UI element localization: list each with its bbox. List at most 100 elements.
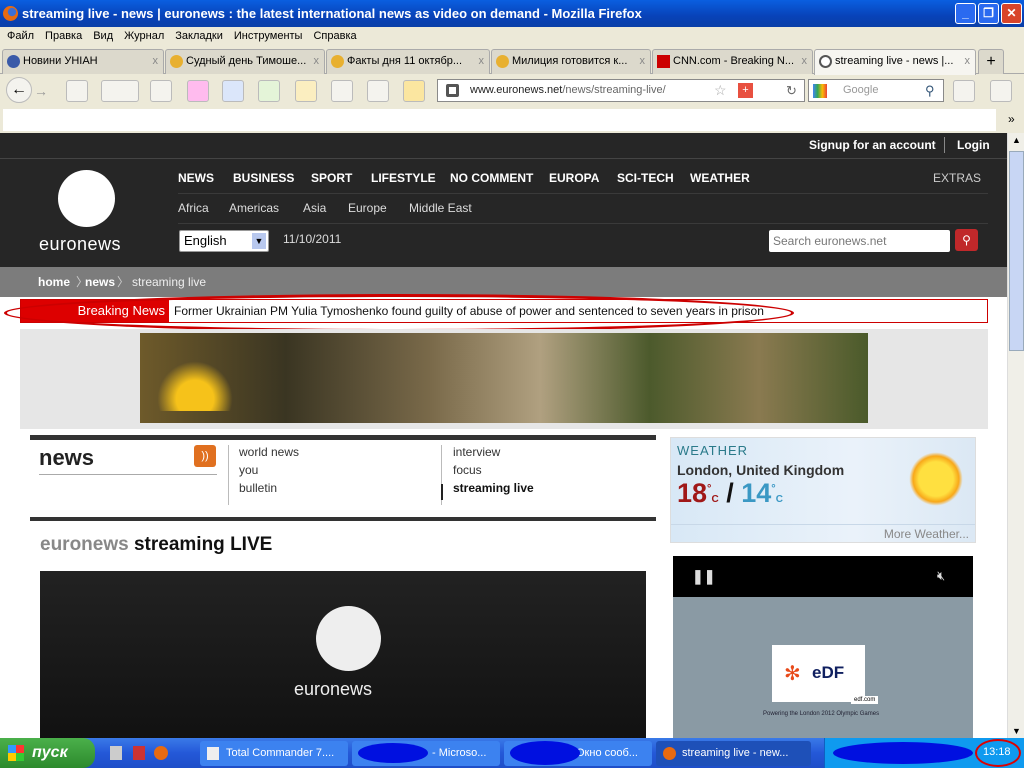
video-ad[interactable]: ❚❚ 🔇︎ ✻ eDF edf.com Powering the London 2… (673, 556, 973, 738)
bell-icon[interactable] (403, 80, 425, 102)
menu-help[interactable]: Справка (313, 30, 356, 42)
close-tab-icon[interactable]: x (314, 50, 320, 73)
logo-text[interactable]: euronews (39, 234, 121, 255)
menu-view[interactable]: Вид (93, 30, 113, 42)
rss-icon[interactable]: )) (194, 445, 216, 467)
sublink-streaming-live[interactable]: streaming live (453, 481, 534, 495)
breadcrumb-home[interactable]: home (38, 267, 70, 297)
tab[interactable]: Судный день Тимоше... x (165, 49, 325, 74)
close-tab-icon[interactable]: x (153, 50, 159, 73)
google-icon[interactable] (258, 80, 280, 102)
sublink-focus[interactable]: focus (453, 463, 482, 477)
search-placeholder: Search euronews.net (773, 234, 887, 248)
chevron-right-icon[interactable]: » (1008, 112, 1015, 126)
search-icon[interactable]: ⚲ (925, 80, 935, 101)
more-weather-link[interactable]: More Weather... (884, 527, 969, 541)
gear-icon[interactable] (331, 80, 353, 102)
close-tab-icon[interactable]: x (965, 50, 971, 73)
start-button[interactable]: пуск (0, 738, 95, 768)
sublink-interview[interactable]: interview (453, 445, 500, 459)
new-tab-button[interactable]: + (978, 49, 1004, 74)
region-middle-east[interactable]: Middle East (409, 201, 472, 215)
search-engine-input[interactable]: Google ⚲ (808, 79, 944, 102)
close-tab-icon[interactable]: x (479, 50, 485, 73)
breadcrumb-news[interactable]: news (85, 267, 115, 297)
tab-active[interactable]: streaming live - news |... x (814, 49, 976, 75)
tab-label: streaming live - news |... (835, 55, 954, 67)
vertical-scrollbar[interactable]: ▲ ▼ (1007, 133, 1024, 738)
url-bar[interactable]: www.euronews.net/news/streaming-live/ ☆ + ↻ (437, 79, 805, 102)
ad-url[interactable]: edf.com (851, 696, 879, 704)
bookmark-star-icon[interactable]: ☆ (714, 80, 727, 101)
scroll-down-icon[interactable]: ▼ (1012, 726, 1021, 736)
addon-icon[interactable] (66, 80, 88, 102)
sublink-you[interactable]: you (239, 463, 258, 477)
pause-icon[interactable]: ❚❚ (692, 568, 715, 585)
breadcrumb-separator: 〉 (117, 275, 130, 289)
nav-sport[interactable]: SPORT (311, 171, 352, 185)
nav-weather[interactable]: WEATHER (690, 171, 750, 185)
nav-news[interactable]: NEWS (178, 171, 214, 185)
login-link[interactable]: Login (957, 138, 990, 152)
mute-icon[interactable]: 🔇︎ (937, 568, 945, 584)
region-asia[interactable]: Asia (303, 201, 326, 215)
region-americas[interactable]: Americas (229, 201, 279, 215)
quicklaunch-icon[interactable] (110, 746, 122, 760)
sublink-bulletin[interactable]: bulletin (239, 481, 277, 495)
tab[interactable]: Милиция готовится к... x (491, 49, 651, 74)
nav-extras[interactable]: EXTRAS (933, 171, 981, 185)
maps-icon[interactable] (295, 80, 317, 102)
menu-file[interactable]: Файл (7, 30, 34, 42)
nav-sci-tech[interactable]: SCI-TECH (617, 171, 674, 185)
menu-tools[interactable]: Инструменты (234, 30, 303, 42)
region-europe[interactable]: Europe (348, 201, 387, 215)
live-video-player[interactable]: euronews (40, 571, 646, 738)
search-button[interactable]: ⚲ (955, 229, 978, 251)
scrollbar-thumb[interactable] (1009, 151, 1024, 351)
nav-business[interactable]: BUSINESS (233, 171, 294, 185)
signup-link[interactable]: Signup for an account (809, 138, 936, 152)
tab[interactable]: Факты дня 11 октябр... x (326, 49, 490, 74)
firefox-quicklaunch-icon[interactable] (154, 746, 168, 760)
start-label: пуск (32, 744, 68, 761)
addon-dropdown-icon[interactable] (101, 80, 139, 102)
home-button[interactable] (953, 80, 975, 102)
close-tab-icon[interactable]: x (802, 50, 808, 73)
reload-icon[interactable]: ↻ (786, 80, 797, 101)
region-africa[interactable]: Africa (178, 201, 209, 215)
quicklaunch-icon[interactable] (133, 746, 145, 760)
addon-plus-icon[interactable]: + (738, 83, 753, 98)
nav-lifestyle[interactable]: LIFESTYLE (371, 171, 436, 185)
gmail-icon[interactable] (187, 80, 209, 102)
site-search-input[interactable]: Search euronews.net (769, 230, 950, 252)
taskbar-item[interactable]: Total Commander 7.... (200, 741, 348, 766)
maximize-button[interactable]: ❐ (978, 3, 999, 24)
nav-no-comment[interactable]: NO COMMENT (450, 171, 533, 185)
menu-history[interactable]: Журнал (124, 30, 164, 42)
back-button[interactable]: ← (6, 77, 32, 103)
taskbar-item-active[interactable]: streaming live - new... (656, 741, 811, 766)
addon-icon[interactable] (222, 80, 244, 102)
nav-europa[interactable]: EUROPA (549, 171, 599, 185)
clock-icon[interactable] (367, 80, 389, 102)
tab[interactable]: CNN.com - Breaking N... x (652, 49, 813, 74)
forward-button[interactable]: → (34, 80, 56, 102)
tab[interactable]: Новини УНІАН x (2, 49, 164, 74)
minimize-button[interactable]: _ (955, 3, 976, 24)
sublink-world-news[interactable]: world news (239, 445, 299, 459)
sun-cloud-icon (909, 452, 963, 506)
url-domain: www.euronews.net (470, 84, 563, 96)
language-select[interactable]: English ▼ (179, 230, 269, 252)
scroll-up-icon[interactable]: ▲ (1012, 135, 1021, 145)
close-button[interactable]: ✕ (1001, 3, 1022, 24)
addon-icon[interactable] (990, 80, 1012, 102)
close-tab-icon[interactable]: x (640, 50, 646, 73)
site-identity-icon[interactable] (446, 84, 459, 97)
addon-icon[interactable] (150, 80, 172, 102)
menu-bar: Файл Правка Вид Журнал Закладки Инструменты Сп… (0, 27, 1024, 46)
banner-image[interactable] (140, 333, 868, 423)
menu-bookmarks[interactable]: Закладки (175, 30, 223, 42)
euronews-logo-icon[interactable] (58, 170, 115, 227)
edf-logo: ✻ eDF (772, 645, 865, 702)
menu-edit[interactable]: Правка (45, 30, 82, 42)
